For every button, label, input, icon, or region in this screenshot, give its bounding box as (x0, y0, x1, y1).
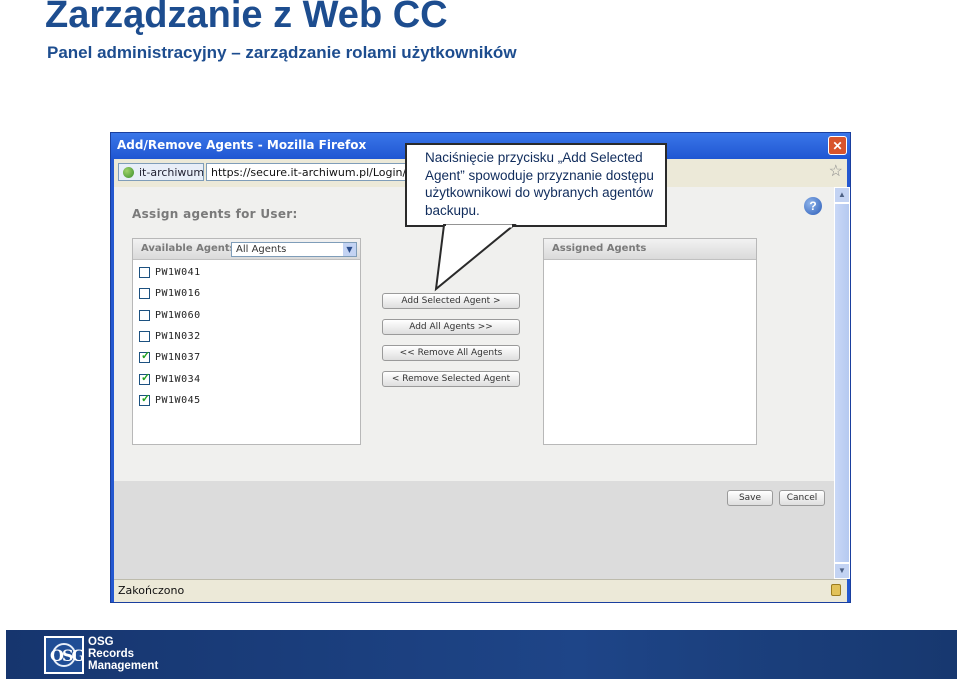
bookmark-star-icon[interactable]: ☆ (829, 162, 843, 182)
lock-icon (831, 584, 841, 596)
add-all-agents-button[interactable]: Add All Agents >> (382, 319, 520, 335)
assign-agents-label: Assign agents for User: (132, 207, 298, 221)
site-identity-badge[interactable]: it-archiwum.pl (118, 163, 204, 181)
company-name-line1: OSG (88, 636, 114, 648)
available-agents-title: Available Agents (141, 243, 236, 254)
assigned-agents-panel: Assigned Agents (543, 238, 757, 445)
slide-title: Zarządzanie z Web CC (45, 0, 448, 36)
agent-filter-value: All Agents (236, 244, 287, 255)
agent-checkbox[interactable]: ✓ (139, 392, 151, 406)
footer-bar: OSG OSG Records Management (6, 630, 957, 679)
company-name-line2: Records (88, 648, 135, 660)
url-input[interactable]: https://secure.it-archiwum.pl/Login/Page… (206, 163, 406, 181)
window-title: Add/Remove Agents - Mozilla Firefox (117, 138, 367, 152)
agent-name: PW1W045 (155, 394, 201, 406)
remove-selected-agent-button[interactable]: < Remove Selected Agent (382, 371, 520, 387)
agent-checkbox[interactable]: ✓ (139, 350, 151, 364)
content-footer-area (114, 481, 834, 579)
agent-checkbox[interactable]: ✓ (139, 371, 151, 385)
scroll-down-icon[interactable]: ▼ (834, 563, 850, 579)
agent-name: PW1W041 (155, 267, 201, 278)
agent-filter-select[interactable]: All Agents ▼ (231, 242, 357, 257)
assigned-agents-header: Assigned Agents (544, 239, 756, 260)
company-name-line3: Management (88, 660, 159, 672)
close-icon[interactable]: ✕ (828, 136, 847, 155)
check-icon: ✓ (141, 371, 151, 384)
available-agents-header: Available Agents All Agents ▼ (133, 239, 360, 260)
agent-checkbox[interactable] (139, 309, 150, 321)
site-badge-label: it-archiwum.pl (139, 166, 204, 179)
help-icon[interactable]: ? (804, 197, 822, 215)
scrollbar-thumb[interactable] (834, 203, 850, 563)
agent-name: PW1N037 (155, 352, 201, 364)
osg-logo: OSG (44, 636, 85, 674)
agent-name: PW1W016 (155, 288, 201, 300)
add-selected-agent-button[interactable]: Add Selected Agent > (382, 293, 520, 309)
logo-monogram: OSG (50, 646, 85, 665)
agent-name: PW1N032 (155, 330, 201, 342)
vertical-scrollbar[interactable]: ▲ ▼ (834, 187, 850, 579)
agent-name: PW1W060 (155, 309, 201, 321)
chevron-down-icon[interactable]: ▼ (343, 243, 356, 256)
callout-box: Naciśnięcie przycisku „Add Selected Agen… (405, 143, 667, 227)
slide-subtitle: Panel administracyjny – zarządzanie rola… (47, 43, 517, 62)
page-content: Assign agents for User: ? Available Agen… (114, 187, 834, 579)
scroll-up-icon[interactable]: ▲ (834, 187, 850, 203)
agent-checkbox[interactable] (139, 288, 150, 300)
available-agents-panel: Available Agents All Agents ▼ PW1W041 PW1… (132, 238, 361, 445)
globe-icon (123, 167, 134, 178)
status-text: Zakończono (118, 584, 185, 597)
status-bar: Zakończono (114, 579, 847, 602)
cancel-button[interactable]: Cancel (779, 490, 825, 506)
agent-name: PW1W034 (155, 373, 201, 385)
agent-checkbox[interactable] (139, 330, 150, 342)
assigned-agents-title: Assigned Agents (552, 243, 647, 254)
agent-checkbox[interactable] (139, 267, 150, 278)
company-name: OSG Records Management (88, 636, 178, 672)
save-button[interactable]: Save (727, 490, 773, 506)
remove-all-agents-button[interactable]: << Remove All Agents (382, 345, 520, 361)
check-icon: ✓ (141, 350, 151, 363)
callout-text: Naciśnięcie przycisku „Add Selected Agen… (425, 150, 654, 218)
check-icon: ✓ (141, 392, 151, 405)
